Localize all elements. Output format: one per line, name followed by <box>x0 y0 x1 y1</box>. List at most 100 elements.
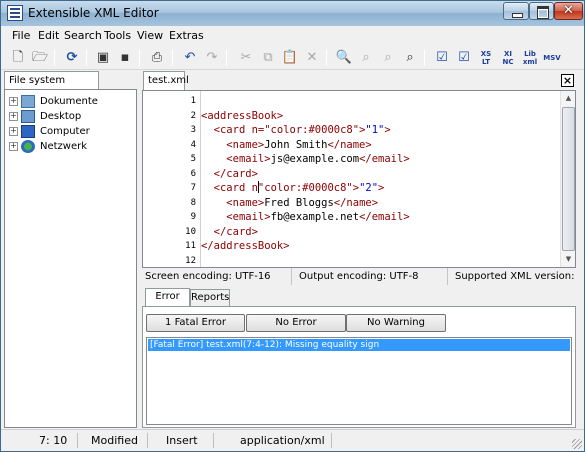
xml-tag: <email>js@example.com</email> <box>226 153 410 165</box>
line-number: 8 <box>190 198 196 208</box>
line-number: 7 <box>190 183 196 193</box>
error-list-panel: 1 Fatal Error No Error No Warning [Fatal… <box>142 306 576 428</box>
tree-item-label: Computer <box>40 126 90 137</box>
expand-icon[interactable]: + <box>9 112 18 121</box>
code-line-2: <addressBook> <box>201 109 283 123</box>
line-number: 2 <box>190 111 196 121</box>
menu-file[interactable]: File <box>12 29 30 42</box>
network-icon <box>21 140 35 153</box>
tab-test-xml[interactable]: test.xml <box>143 71 189 90</box>
xml-tag: <card n"color:#0000c8">"2"> <box>213 181 385 194</box>
scroll-up-icon[interactable]: ▲ <box>561 91 576 106</box>
check-wellformed-icon[interactable]: ☑ <box>433 49 451 67</box>
code-line-6: </card> <box>201 167 258 181</box>
line-number: 10 <box>185 227 196 237</box>
msv-icon[interactable]: MSV <box>543 49 561 67</box>
undo-icon[interactable]: ↶ <box>181 49 199 67</box>
reload-icon[interactable]: ⟳ <box>63 49 81 67</box>
menu-extras[interactable]: Extras <box>169 29 204 42</box>
tab-error-list[interactable]: Error List <box>145 288 190 318</box>
vertical-scrollbar[interactable]: ▲ ▼ <box>560 91 575 267</box>
xinclude-icon[interactable]: XI NC <box>499 49 517 67</box>
cursor-position: 7: 10 <box>39 434 68 447</box>
code-line-8: <name>Fred Bloggs</name> <box>201 196 378 210</box>
line-number: 11 <box>185 241 196 251</box>
fatal-error-button[interactable]: 1 Fatal Error <box>146 314 245 332</box>
delete-icon[interactable]: ✕ <box>303 49 321 67</box>
redo-icon[interactable]: ↷ <box>203 49 221 67</box>
resize-grip-icon[interactable] <box>572 439 582 449</box>
modified-status: Modified <box>91 434 138 447</box>
xml-tag: <addressBook> <box>201 110 284 122</box>
validate-icon[interactable]: ☑ <box>455 49 473 67</box>
line-number: 4 <box>190 140 196 150</box>
xml-tag: </addressBook> <box>201 240 290 252</box>
menu-edit[interactable]: Edit <box>38 29 59 42</box>
minimize-button[interactable] <box>503 2 529 20</box>
menu-search[interactable]: Search <box>64 29 102 42</box>
xml-tag: </card> <box>213 168 258 180</box>
xml-tag: <card n="color:#0000c8">"1"> <box>213 124 391 136</box>
code-editor[interactable]: 1 2 3 4 5 6 7 8 9 10 11 12 <addressBook>… <box>142 90 576 268</box>
toolbar-separator <box>172 50 173 66</box>
expand-icon[interactable]: + <box>9 142 18 151</box>
line-number-gutter: 1 2 3 4 5 6 7 8 9 10 11 12 <box>143 91 200 267</box>
no-warning-button[interactable]: No Warning <box>346 314 446 332</box>
tab-file-system-explorer[interactable]: File system explorer <box>4 71 99 103</box>
status-separator <box>331 433 332 448</box>
xml-tag: </card> <box>213 226 258 238</box>
title-bar[interactable]: Extensible XML Editor ✕ <box>1 1 584 26</box>
close-tab-icon[interactable]: × <box>561 74 574 87</box>
tree-item-label: Dokumente <box>40 96 98 107</box>
cut-icon[interactable]: ✂ <box>237 49 255 67</box>
code-line-5: <email>js@example.com</email> <box>201 152 410 166</box>
tab-reports[interactable]: Reports <box>190 289 230 306</box>
menu-view[interactable]: View <box>137 29 163 42</box>
code-line-7: <card n"color:#0000c8">"2"> <box>201 181 384 195</box>
copy-icon[interactable]: ⧉ <box>259 49 277 67</box>
find-previous-icon[interactable]: ⌕ <box>379 49 397 67</box>
xml-tag: <name>John Smith</name> <box>226 139 372 151</box>
maximize-button[interactable] <box>529 2 554 20</box>
menu-tools[interactable]: Tools <box>104 29 131 42</box>
xslt-icon[interactable]: XS LT <box>477 49 495 67</box>
file-tree[interactable]: + Dokumente + Desktop + Computer + Netzw… <box>4 89 137 428</box>
find-next-icon[interactable]: ⌕ <box>357 49 375 67</box>
scroll-down-icon[interactable]: ▼ <box>561 252 576 267</box>
app-window: Extensible XML Editor ✕ File Edit Search… <box>0 0 585 452</box>
tree-item-label: Desktop <box>40 111 82 122</box>
expand-icon[interactable]: + <box>9 127 18 136</box>
print-icon[interactable]: ⎙ <box>148 49 166 67</box>
toolbar-separator <box>226 50 227 66</box>
error-list[interactable]: [Fatal Error] test.xml(7:4-12): Missing … <box>146 337 572 425</box>
paste-icon[interactable]: 📋 <box>281 49 299 67</box>
status-separator <box>147 433 148 448</box>
no-error-button[interactable]: No Error <box>246 314 346 332</box>
encoding-bar: Screen encoding: UTF-16 Output encoding:… <box>142 268 576 285</box>
desktop-icon <box>21 110 35 123</box>
expand-icon[interactable]: + <box>9 97 18 106</box>
scroll-thumb[interactable] <box>562 107 575 251</box>
open-folder-icon[interactable]: 🗁 <box>31 49 49 67</box>
close-icon: ✕ <box>563 3 574 18</box>
documents-folder-icon <box>21 95 35 108</box>
output-encoding: Output encoding: UTF-8 <box>296 268 448 285</box>
error-row[interactable]: [Fatal Error] test.xml(7:4-12): Missing … <box>148 339 570 351</box>
lib-xml-icon[interactable]: Lib xml <box>521 49 539 67</box>
code-line-11: </addressBook> <box>201 239 290 253</box>
window-title: Extensible XML Editor <box>28 6 159 20</box>
bottom-tabstrip: Error List Reports <box>142 288 576 318</box>
save-all-icon[interactable]: ▪ <box>116 49 134 67</box>
toolbar: 🗋 🗁 ⟳ ▣ ▪ ⎙ ↶ ↷ ✂ ⧉ 📋 ✕ 🔍 ⌕ ⌕ ⌕ ☑ ☑ XS LT… <box>1 46 584 70</box>
replace-icon[interactable]: ⌕ <box>401 49 419 67</box>
app-icon[interactable] <box>7 5 23 21</box>
new-file-icon[interactable]: 🗋 <box>9 49 27 67</box>
code-line-9: <email>fb@example.net</email> <box>201 210 409 224</box>
close-button[interactable]: ✕ <box>554 2 583 20</box>
left-tabstrip: File system explorer <box>1 70 139 103</box>
mime-type: application/xml <box>240 434 325 447</box>
save-icon[interactable]: ▣ <box>94 49 112 67</box>
line-number: 5 <box>190 154 196 164</box>
xml-tag: <name>Fred Bloggs</name> <box>226 197 379 209</box>
find-icon[interactable]: 🔍 <box>335 49 353 67</box>
